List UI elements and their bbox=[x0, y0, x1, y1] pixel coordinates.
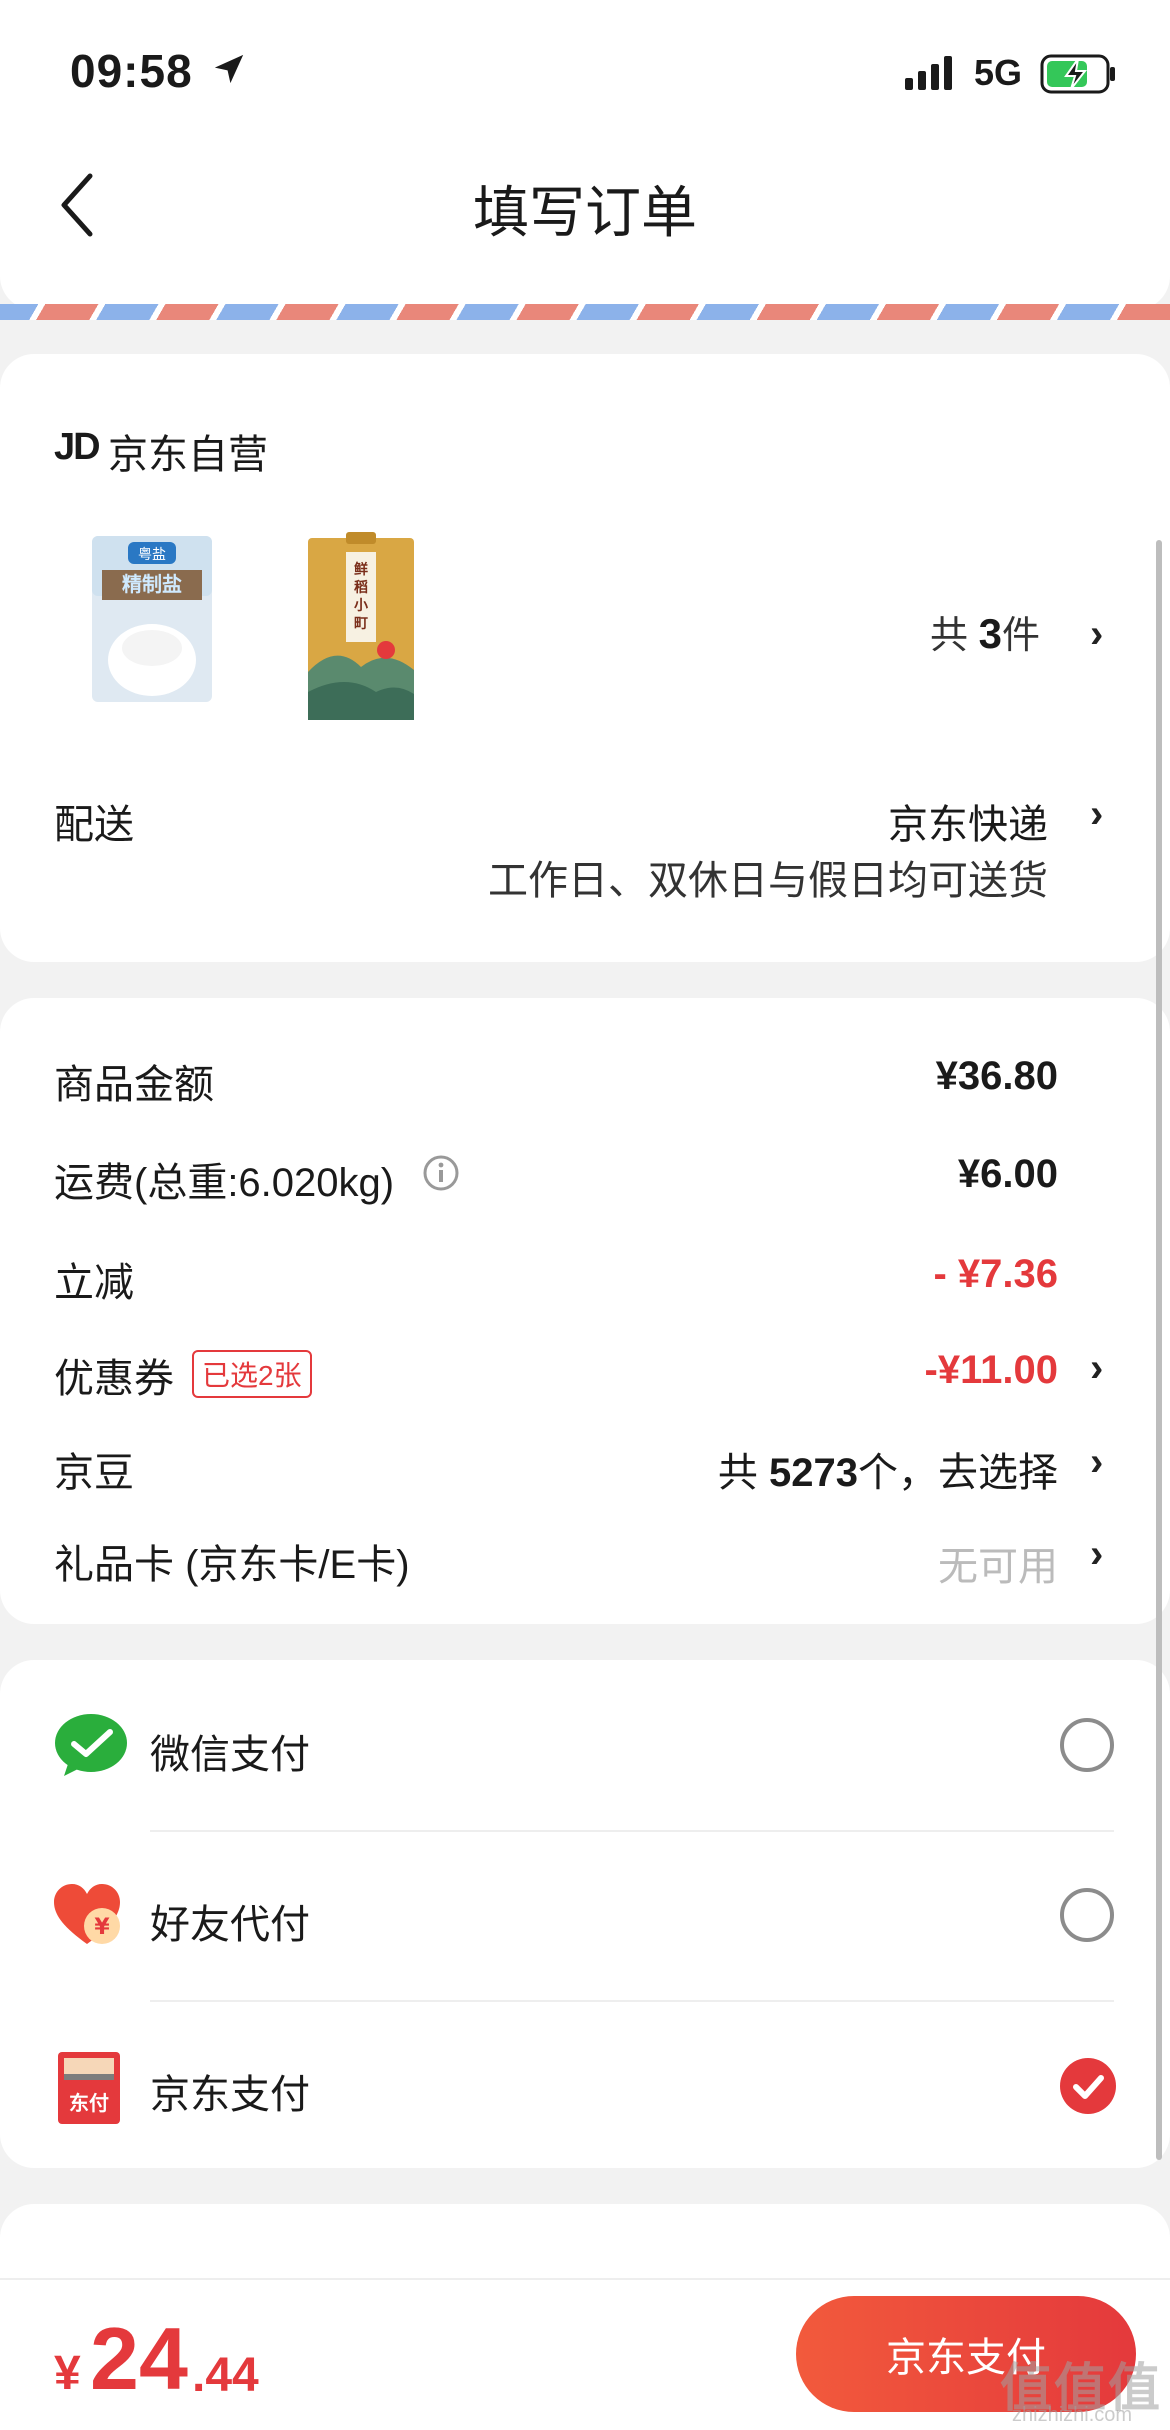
divider bbox=[150, 1830, 1114, 1832]
svg-text:稻: 稻 bbox=[354, 579, 368, 596]
delivery-note: 工作日、双休日与假日均可送货 bbox=[488, 859, 1048, 903]
shipping-label: 运费(总重:6.020kg) bbox=[54, 1161, 395, 1205]
heart-yen-icon: ¥ bbox=[54, 1884, 120, 1944]
item-count-number: 3 bbox=[978, 610, 1002, 657]
gift-card-label: 礼品卡 (京东卡/E卡) bbox=[54, 1543, 410, 1587]
chevron-right-icon[interactable]: › bbox=[1090, 792, 1103, 837]
shipping-value: ¥6.00 bbox=[957, 1152, 1058, 1196]
wechat-pay-radio[interactable] bbox=[1060, 1718, 1114, 1772]
jingdou-count: 5273 bbox=[769, 1451, 858, 1495]
header: 09:58 5G 填写订单 bbox=[0, 0, 1170, 310]
total-price-integer: 24 bbox=[90, 2309, 188, 2408]
battery-charging-icon bbox=[1040, 54, 1115, 94]
chevron-right-icon[interactable]: › bbox=[1090, 1346, 1103, 1391]
chevron-right-icon[interactable]: › bbox=[1090, 1532, 1103, 1577]
total-price-decimal: .44 bbox=[192, 2349, 259, 2402]
jingdou-prefix: 共 bbox=[717, 1451, 770, 1495]
svg-text:精制盐: 精制盐 bbox=[122, 572, 182, 596]
jingdou-suffix: 个，去选择 bbox=[858, 1451, 1058, 1495]
coupon-selected-badge: 已选2张 bbox=[192, 1350, 312, 1398]
svg-text:町: 町 bbox=[354, 616, 368, 632]
instant-discount-value: - ¥7.36 bbox=[933, 1252, 1058, 1296]
chevron-right-icon[interactable]: › bbox=[1090, 1440, 1103, 1485]
check-icon bbox=[1073, 2075, 1104, 2099]
goods-amount-value: ¥36.80 bbox=[935, 1054, 1058, 1098]
jd-pay-label[interactable]: 京东支付 bbox=[150, 2062, 310, 2120]
gift-card-value: 无可用 bbox=[938, 1545, 1058, 1589]
jd-pay-icon: 东付 bbox=[58, 2052, 120, 2124]
goods-amount-label: 商品金额 bbox=[54, 1063, 214, 1107]
chevron-right-icon[interactable]: › bbox=[1090, 612, 1103, 657]
location-arrow-icon bbox=[214, 54, 244, 84]
coupon-value[interactable]: -¥11.00 bbox=[925, 1348, 1058, 1393]
svg-text:粤盐: 粤盐 bbox=[138, 547, 166, 563]
instant-discount-label: 立减 bbox=[54, 1261, 134, 1305]
product-image-salt[interactable]: 粤盐 精制盐 bbox=[88, 530, 216, 708]
envelope-stripe bbox=[0, 304, 1170, 320]
info-icon[interactable] bbox=[422, 1154, 460, 1192]
item-count-prefix: 共 bbox=[930, 615, 969, 657]
coupon-label: 优惠券 bbox=[54, 1357, 174, 1401]
item-count[interactable]: 共 3件 bbox=[930, 604, 1040, 659]
jingdou-label: 京豆 bbox=[54, 1451, 134, 1495]
delivery-label: 配送 bbox=[54, 803, 134, 847]
wechat-pay-label[interactable]: 微信支付 bbox=[150, 1722, 310, 1780]
svg-text:小: 小 bbox=[354, 598, 368, 614]
network-type: 5G bbox=[974, 52, 1023, 93]
scrollbar[interactable] bbox=[1156, 540, 1162, 2160]
item-count-suffix: 件 bbox=[1001, 615, 1040, 657]
page-title: 填写订单 bbox=[473, 181, 697, 244]
store-name: 京东自营 bbox=[108, 433, 268, 477]
svg-text:鲜: 鲜 bbox=[354, 561, 368, 578]
wechat-icon bbox=[55, 1714, 127, 1776]
jd-logo: JD bbox=[54, 426, 101, 468]
friend-pay-radio[interactable] bbox=[1060, 1888, 1114, 1942]
svg-text:东付: 东付 bbox=[69, 2091, 109, 2115]
svg-text:¥: ¥ bbox=[94, 1915, 110, 1940]
jd-pay-radio-checked[interactable] bbox=[1060, 2058, 1116, 2114]
total-currency: ¥ bbox=[54, 2347, 81, 2400]
divider bbox=[150, 2000, 1114, 2002]
delivery-method[interactable]: 京东快递 bbox=[888, 792, 1048, 850]
watermark-url: zhizhizhi.com bbox=[1012, 2404, 1133, 2426]
signal-icon bbox=[905, 56, 952, 90]
friend-pay-label[interactable]: 好友代付 bbox=[150, 1892, 310, 1950]
product-image-rice[interactable]: 鲜 稻 小 町 bbox=[306, 532, 416, 722]
jingdou-value[interactable]: 共 5273个，去选择 bbox=[718, 1440, 1058, 1498]
status-time: 09:58 bbox=[70, 45, 193, 97]
